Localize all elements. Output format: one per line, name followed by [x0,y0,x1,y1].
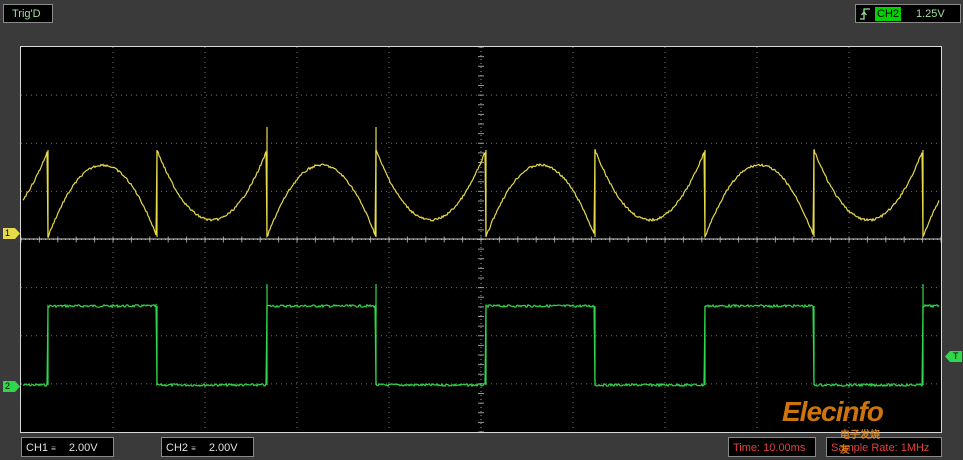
trigger-status: Trig'D [3,4,53,23]
ch1-scale: 2.00V [68,442,98,454]
watermark-logo: Elecinfo 电子发烧友 [782,396,884,456]
trigger-source: CH2 [875,7,902,21]
ch1-marker[interactable]: 1 [3,228,20,239]
timebase-box[interactable]: Time: 10.00ms [728,437,816,457]
watermark-logo-text: Elecinfo [782,396,884,427]
ch2-marker[interactable]: 2 [3,381,20,392]
ch1-label: CH1 [26,442,49,454]
coupling-icon: ≡ [191,444,196,453]
trigger-level-marker[interactable]: T [945,351,962,362]
trigger-settings[interactable]: CH2 1.25V [855,4,961,23]
timebase: Time: 10.00ms [733,442,806,454]
trigger-status-text: Trig'D [12,8,41,20]
rising-edge-icon [860,8,870,20]
ch2-scale-box[interactable]: CH2 ≡ 2.00V [161,437,254,457]
ch2-label: CH2 [166,442,189,454]
ch1-scale-box[interactable]: CH1 ≡ 2.00V [21,437,114,457]
ch2-scale: 2.00V [208,442,238,454]
watermark-sub: 电子发烧友 [840,430,880,456]
waveform-display[interactable] [20,46,942,433]
ch1-trace [22,148,940,239]
ch2-marker-label: 2 [5,381,11,391]
trigger-marker-label: T [953,351,959,361]
trigger-level: 1.25V [916,8,945,20]
coupling-icon: ≡ [51,444,56,453]
scope-svg [21,47,941,432]
ch1-marker-label: 1 [5,228,11,238]
